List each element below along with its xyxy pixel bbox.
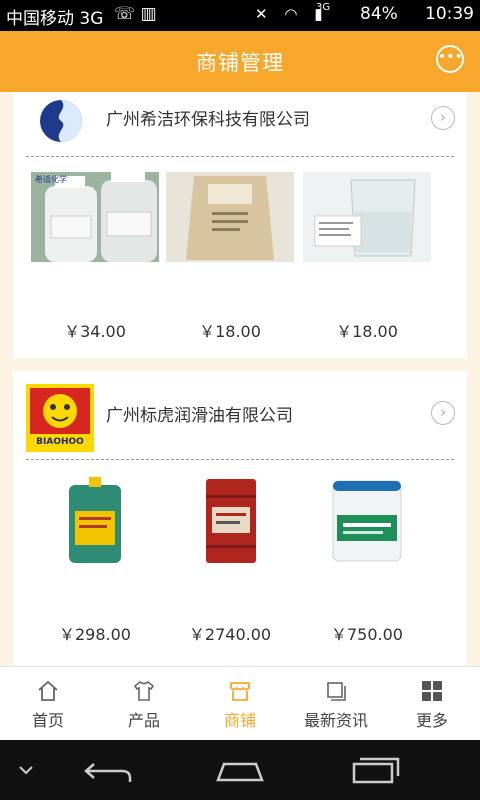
product-price: ￥298.00 xyxy=(59,625,131,644)
nav-home[interactable]: 首页 xyxy=(0,667,96,741)
product-image xyxy=(303,475,431,565)
shop-card-header[interactable]: BIAOHOO 广州标虎润滑油有限公司 › xyxy=(13,371,467,452)
divider xyxy=(26,459,454,460)
product-image-label: 希适化学 xyxy=(35,175,67,184)
product-price: ￥18.00 xyxy=(336,322,398,341)
nav-news-label: 最新资讯 xyxy=(303,711,368,730)
back-icon[interactable] xyxy=(84,758,132,784)
store-icon xyxy=(230,682,250,701)
page-title: 商铺管理 xyxy=(196,51,284,75)
product-image xyxy=(166,475,294,565)
shop-logo xyxy=(40,100,82,142)
news-icon xyxy=(327,682,346,701)
chevron-right-icon[interactable]: › xyxy=(431,401,455,425)
nav-shops[interactable]: 商铺 xyxy=(192,667,288,741)
product-image xyxy=(31,172,159,262)
product-item[interactable] xyxy=(166,172,294,266)
nav-more-label: 更多 xyxy=(415,711,448,730)
nav-news[interactable]: 最新资讯 xyxy=(288,667,384,741)
product-item[interactable] xyxy=(31,475,159,569)
product-price: ￥2740.00 xyxy=(188,625,272,644)
nav-products[interactable]: 产品 xyxy=(96,667,192,741)
grid-icon xyxy=(422,681,442,701)
product-image xyxy=(166,172,294,262)
mute-icon: ✕ xyxy=(255,5,274,23)
title-bar: 商铺管理 ••• xyxy=(0,31,480,92)
product-item[interactable] xyxy=(166,475,294,569)
divider xyxy=(26,156,454,157)
product-item[interactable] xyxy=(303,475,431,569)
product-item[interactable] xyxy=(303,172,431,266)
battery-label: 84% xyxy=(360,4,398,24)
nav-shops-label: 商铺 xyxy=(223,711,256,730)
shop-card-header[interactable]: 广州希洁环保科技有限公司 › xyxy=(13,92,467,150)
product-item[interactable]: 希适化学 xyxy=(31,172,159,266)
product-image xyxy=(31,475,159,565)
chat-bubble-icon[interactable]: ••• xyxy=(436,45,464,73)
shop-card[interactable]: BIAOHOO 广州标虎润滑油有限公司 › ￥298.00 ￥2740.00 ￥… xyxy=(13,371,467,666)
system-nav-bar xyxy=(0,740,480,800)
time-label: 10:39 xyxy=(425,4,474,24)
nav-more[interactable]: 更多 xyxy=(384,667,480,741)
product-price: ￥750.00 xyxy=(331,625,403,644)
product-price: ￥34.00 xyxy=(64,322,126,341)
chevron-right-icon[interactable]: › xyxy=(431,106,455,130)
phone-icon: ☏ ▥ xyxy=(114,4,157,24)
nav-products-label: 产品 xyxy=(127,711,160,730)
chevron-down-icon[interactable] xyxy=(18,764,34,776)
nav-home-label: 首页 xyxy=(31,711,64,730)
shirt-icon xyxy=(133,680,155,701)
status-bar: 中国移动 3G ☏ ▥ ✕ ◠ ▮ 3G 84% 10:39 xyxy=(0,0,480,31)
home-button-icon[interactable] xyxy=(214,758,266,784)
product-image xyxy=(303,172,431,262)
shop-name[interactable]: 广州希洁环保科技有限公司 xyxy=(106,105,310,130)
bottom-nav: 首页 产品 商铺 最新资讯 更多 xyxy=(0,666,480,741)
shop-list[interactable]: 广州希洁环保科技有限公司 › 希适化学 ￥34.00 ￥18.00 ￥18.00… xyxy=(0,92,480,666)
home-icon xyxy=(38,680,58,701)
network-label: 3G xyxy=(316,2,331,13)
recent-apps-icon[interactable] xyxy=(350,756,400,784)
shop-name[interactable]: 广州标虎润滑油有限公司 xyxy=(106,401,293,426)
product-price: ￥18.00 xyxy=(199,322,261,341)
shop-card[interactable]: 广州希洁环保科技有限公司 › 希适化学 ￥34.00 ￥18.00 ￥18.00 xyxy=(13,92,467,358)
carrier-label: 中国移动 3G xyxy=(6,9,104,29)
wifi-icon: ◠ xyxy=(284,5,304,23)
shop-logo-text: BIAOHOO xyxy=(36,437,84,447)
